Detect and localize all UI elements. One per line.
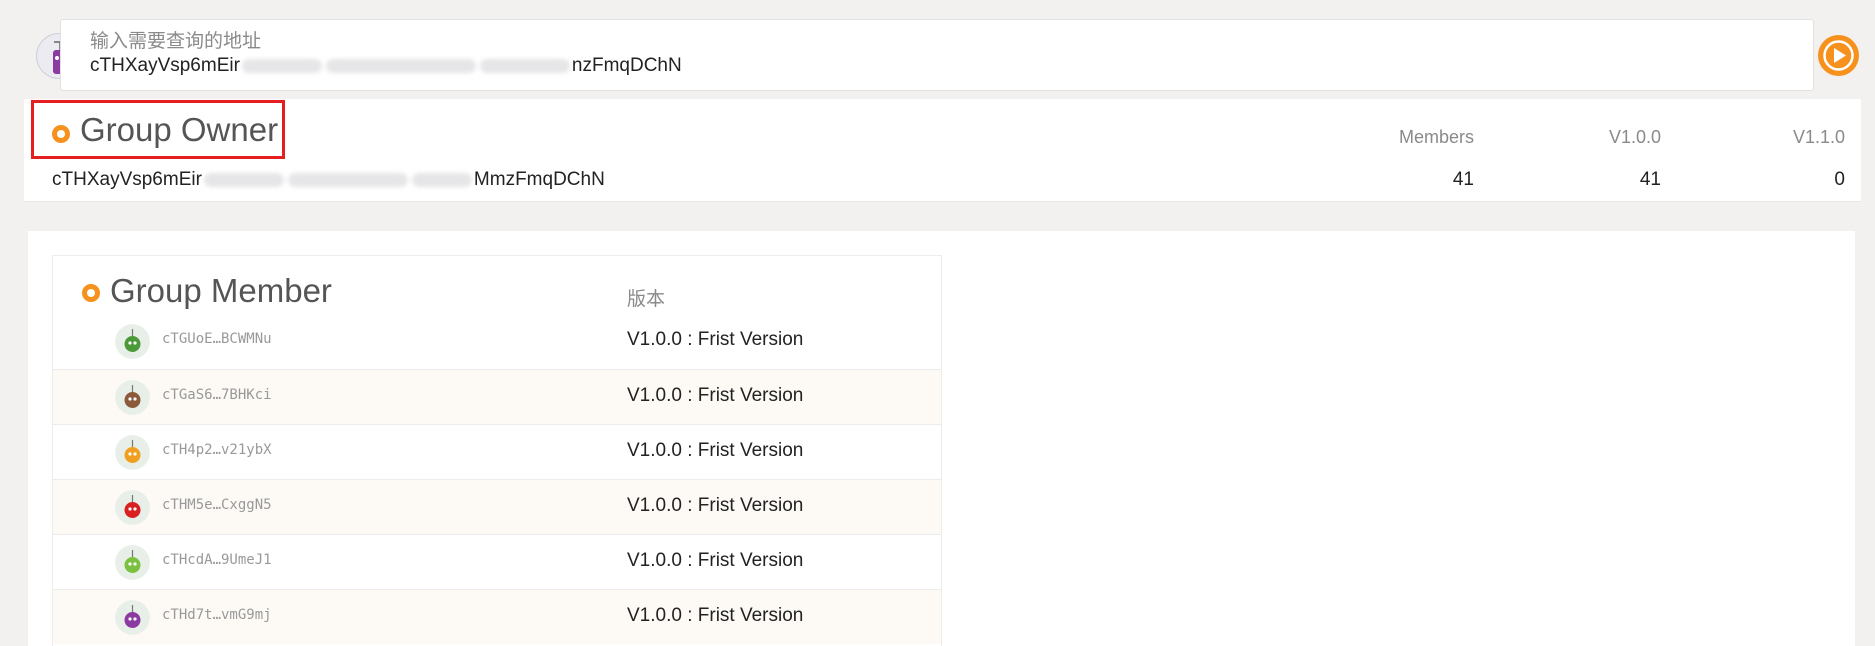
play-icon [1823, 40, 1854, 71]
member-version: V1.0.0 : Frist Version [627, 440, 804, 461]
member-version: V1.0.0 : Frist Version [627, 605, 804, 626]
member-avatar [115, 435, 150, 470]
member-version: V1.0.0 : Frist Version [627, 385, 804, 406]
member-row[interactable]: cTGUoE…BCWMNu V1.0.0 : Frist Version [53, 314, 941, 369]
member-address[interactable]: cTGUoE…BCWMNu [162, 331, 272, 347]
search-input[interactable]: 输入需要查询的地址 cTHXayVsp6mEir nzFmqDChN [60, 19, 1814, 91]
member-avatar [115, 600, 150, 635]
version-column-header: 版本 [627, 289, 666, 310]
member-avatar [115, 380, 150, 415]
owner-address[interactable]: cTHXayVsp6mEir MmzFmqDChN [52, 169, 605, 191]
member-version: V1.0.0 : Frist Version [627, 495, 804, 516]
member-address[interactable]: cTH4p2…v21ybX [162, 442, 272, 458]
column-header-v110: V1.1.0 [1792, 127, 1845, 147]
owner-members-count: 41 [1452, 169, 1474, 190]
section-dot-icon [52, 125, 70, 143]
member-version: V1.0.0 : Frist Version [627, 329, 804, 350]
member-row[interactable]: cTHd7t…vmG9mj V1.0.0 : Frist Version [53, 589, 941, 644]
owner-v100-count: 41 [1639, 169, 1661, 190]
member-row[interactable]: cTHM5e…CxggN5 V1.0.0 : Frist Version [53, 479, 941, 534]
member-title: Group Member [110, 272, 332, 309]
section-dot-icon [82, 284, 100, 302]
member-row[interactable]: cTGaS6…7BHKci V1.0.0 : Frist Version [53, 369, 941, 424]
owner-v110-count: 0 [1834, 169, 1845, 190]
member-address[interactable]: cTHM5e…CxggN5 [162, 497, 272, 513]
owner-title: Group Owner [80, 111, 279, 148]
column-header-v100: V1.0.0 [1608, 127, 1661, 147]
search-placeholder: 输入需要查询的地址 [90, 31, 262, 52]
column-header-members: Members [1398, 127, 1474, 147]
member-row[interactable]: cTHcdA…9UmeJ1 V1.0.0 : Frist Version [53, 534, 941, 589]
member-avatar [115, 490, 150, 525]
member-row[interactable]: cTH4p2…v21ybX V1.0.0 : Frist Version [53, 424, 941, 479]
search-go-button[interactable] [1818, 35, 1859, 76]
member-address[interactable]: cTGaS6…7BHKci [162, 387, 272, 403]
member-avatar [115, 545, 150, 580]
member-address[interactable]: cTHcdA…9UmeJ1 [162, 552, 272, 568]
member-address[interactable]: cTHd7t…vmG9mj [162, 607, 272, 623]
member-avatar [115, 324, 150, 359]
member-version: V1.0.0 : Frist Version [627, 550, 804, 571]
search-value[interactable]: cTHXayVsp6mEir nzFmqDChN [90, 55, 682, 77]
